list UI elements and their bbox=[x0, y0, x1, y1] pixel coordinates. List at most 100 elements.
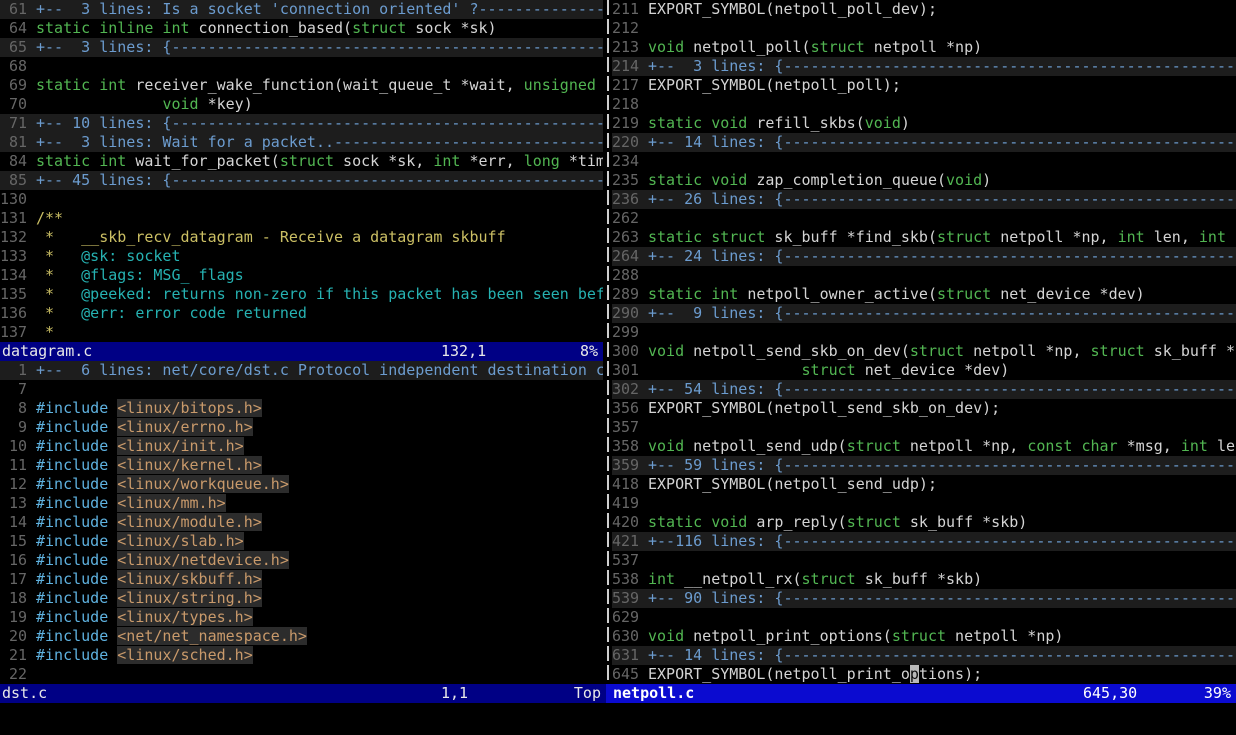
code-line[interactable]: 133 * @sk: socket bbox=[0, 247, 603, 266]
code-line[interactable]: 357 bbox=[612, 418, 1236, 437]
fold-line[interactable]: 81+-- 3 lines: Wait for a packet..------… bbox=[0, 133, 603, 152]
code-line[interactable]: 420static void arp_reply(struct sk_buff … bbox=[612, 513, 1236, 532]
code-line[interactable]: 419 bbox=[612, 494, 1236, 513]
window-datagram[interactable]: 61+-- 3 lines: Is a socket 'connection o… bbox=[0, 0, 603, 342]
code-line[interactable]: 20#include <net/net_namespace.h> bbox=[0, 627, 603, 646]
fold-line[interactable]: 220+-- 14 lines: {----------------------… bbox=[612, 133, 1236, 152]
window-separator[interactable] bbox=[603, 0, 612, 684]
code-segment: <linux/types.h> bbox=[117, 608, 252, 626]
code-line[interactable]: 537 bbox=[612, 551, 1236, 570]
code-line[interactable]: 130 bbox=[0, 190, 603, 209]
code-line[interactable]: 15#include <linux/slab.h> bbox=[0, 532, 603, 551]
code-line[interactable]: 132 * __skb_recv_datagram - Receive a da… bbox=[0, 228, 603, 247]
code-line[interactable]: 18#include <linux/string.h> bbox=[0, 589, 603, 608]
code-line[interactable]: 131/** bbox=[0, 209, 603, 228]
code-segment: netpoll *np, bbox=[901, 437, 1027, 455]
code-line[interactable]: 64static inline int connection_based(str… bbox=[0, 19, 603, 38]
statusline-datagram[interactable]: datagram.c 132,1 8% bbox=[0, 342, 603, 361]
code-line[interactable]: 14#include <linux/module.h> bbox=[0, 513, 603, 532]
code-line[interactable]: 235static void zap_completion_queue(void… bbox=[612, 171, 1236, 190]
fold-line[interactable]: 290+-- 9 lines: {-----------------------… bbox=[612, 304, 1236, 323]
code-line[interactable]: 218 bbox=[612, 95, 1236, 114]
code-line[interactable]: 358void netpoll_send_udp(struct netpoll … bbox=[612, 437, 1236, 456]
code-line[interactable]: 70 void *key) bbox=[0, 95, 603, 114]
code-line[interactable]: 136 * @err: error code returned bbox=[0, 304, 603, 323]
code-segment: struct bbox=[847, 437, 901, 455]
command-line[interactable] bbox=[0, 703, 1236, 722]
fold-line[interactable]: 85+-- 45 lines: {-----------------------… bbox=[0, 171, 603, 190]
fold-dashes: ----------------------------------------… bbox=[171, 38, 603, 56]
code-area-netpoll[interactable]: 211EXPORT_SYMBOL(netpoll_poll_dev);21221… bbox=[612, 0, 1236, 684]
fold-line[interactable]: 1+-- 6 lines: net/core/dst.c Protocol in… bbox=[0, 361, 603, 380]
code-segment: sk_buff *find_skb( bbox=[765, 228, 937, 246]
line-number: 8 bbox=[0, 399, 36, 418]
fold-line[interactable]: 264+-- 24 lines: {----------------------… bbox=[612, 247, 1236, 266]
code-line[interactable]: 135 * @peeked: returns non-zero if this … bbox=[0, 285, 603, 304]
window-netpoll[interactable]: 211EXPORT_SYMBOL(netpoll_poll_dev);21221… bbox=[612, 0, 1236, 684]
fold-line[interactable]: 539+-- 90 lines: {----------------------… bbox=[612, 589, 1236, 608]
code-line[interactable]: 19#include <linux/types.h> bbox=[0, 608, 603, 627]
fold-line[interactable]: 631+-- 14 lines: {----------------------… bbox=[612, 646, 1236, 665]
code-line[interactable]: 418EXPORT_SYMBOL(netpoll_send_udp); bbox=[612, 475, 1236, 494]
code-segment: net_device *dev) bbox=[991, 285, 1145, 303]
code-line[interactable]: 263static struct sk_buff *find_skb(struc… bbox=[612, 228, 1236, 247]
code-line[interactable]: 21#include <linux/sched.h> bbox=[0, 646, 603, 665]
fold-line[interactable]: 236+-- 26 lines: {----------------------… bbox=[612, 190, 1236, 209]
code-area-datagram[interactable]: 61+-- 3 lines: Is a socket 'connection o… bbox=[0, 0, 603, 342]
fold-line[interactable]: 359+-- 59 lines: {----------------------… bbox=[612, 456, 1236, 475]
fold-line[interactable]: 421+--116 lines: {----------------------… bbox=[612, 532, 1236, 551]
code-line[interactable]: 211EXPORT_SYMBOL(netpoll_poll_dev); bbox=[612, 0, 1236, 19]
code-line[interactable]: 288 bbox=[612, 266, 1236, 285]
line-number: 64 bbox=[0, 19, 36, 38]
code-line[interactable]: 16#include <linux/netdevice.h> bbox=[0, 551, 603, 570]
code-line[interactable]: 212 bbox=[612, 19, 1236, 38]
code-line[interactable]: 9#include <linux/errno.h> bbox=[0, 418, 603, 437]
code-line[interactable]: 7 bbox=[0, 380, 603, 399]
code-line[interactable]: 630void netpoll_print_options(struct net… bbox=[612, 627, 1236, 646]
line-number: 234 bbox=[612, 152, 648, 171]
code-line[interactable]: 645EXPORT_SYMBOL(netpoll_print_options); bbox=[612, 665, 1236, 684]
fold-line[interactable]: 65+-- 3 lines: {------------------------… bbox=[0, 38, 603, 57]
code-line[interactable]: 300void netpoll_send_skb_on_dev(struct n… bbox=[612, 342, 1236, 361]
window-dst[interactable]: 1+-- 6 lines: net/core/dst.c Protocol in… bbox=[0, 361, 603, 684]
code-line[interactable]: 234 bbox=[612, 152, 1236, 171]
code-line[interactable]: 219static void refill_skbs(void) bbox=[612, 114, 1236, 133]
code-line[interactable]: 137 * bbox=[0, 323, 603, 342]
fold-line[interactable]: 302+-- 54 lines: {----------------------… bbox=[612, 380, 1236, 399]
code-line[interactable]: 84static int wait_for_packet(struct sock… bbox=[0, 152, 603, 171]
code-line[interactable]: 289static int netpoll_owner_active(struc… bbox=[612, 285, 1236, 304]
fold-line[interactable]: 61+-- 3 lines: Is a socket 'connection o… bbox=[0, 0, 603, 19]
code-line[interactable]: 538int __netpoll_rx(struct sk_buff *skb) bbox=[612, 570, 1236, 589]
statusline-netpoll[interactable]: netpoll.c 645,30 39% bbox=[606, 684, 1236, 703]
code-area-dst[interactable]: 1+-- 6 lines: net/core/dst.c Protocol in… bbox=[0, 361, 603, 684]
code-line[interactable]: 356EXPORT_SYMBOL(netpoll_send_skb_on_dev… bbox=[612, 399, 1236, 418]
code-line[interactable]: 301 struct net_device *dev) bbox=[612, 361, 1236, 380]
code-line[interactable]: 13#include <linux/mm.h> bbox=[0, 494, 603, 513]
code-line[interactable]: 134 * @flags: MSG_ flags bbox=[0, 266, 603, 285]
code-segment bbox=[108, 627, 117, 645]
code-line[interactable]: 217EXPORT_SYMBOL(netpoll_poll); bbox=[612, 76, 1236, 95]
code-segment bbox=[648, 361, 802, 379]
statusline-dst[interactable]: dst.c 1,1 Top bbox=[0, 684, 606, 703]
code-segment: +--116 lines: { bbox=[648, 532, 783, 550]
code-line[interactable]: 8#include <linux/bitops.h> bbox=[0, 399, 603, 418]
code-line[interactable]: 12#include <linux/workqueue.h> bbox=[0, 475, 603, 494]
fold-line[interactable]: 71+-- 10 lines: {-----------------------… bbox=[0, 114, 603, 133]
fold-line[interactable]: 214+-- 3 lines: {-----------------------… bbox=[612, 57, 1236, 76]
code-line[interactable]: 69static int receiver_wake_function(wait… bbox=[0, 76, 603, 95]
code-line[interactable]: 299 bbox=[612, 323, 1236, 342]
code-line[interactable]: 10#include <linux/init.h> bbox=[0, 437, 603, 456]
code-line[interactable]: 11#include <linux/kernel.h> bbox=[0, 456, 603, 475]
code-segment: <linux/sched.h> bbox=[117, 646, 252, 664]
code-line[interactable]: 22 bbox=[0, 665, 603, 684]
code-segment: len, bbox=[1145, 228, 1199, 246]
fold-dashes: ----------------------------------------… bbox=[171, 114, 603, 132]
fold-dashes: ----------------------------------------… bbox=[783, 532, 1236, 550]
line-number: 264 bbox=[612, 247, 648, 266]
code-line[interactable]: 68 bbox=[0, 57, 603, 76]
code-line[interactable]: 629 bbox=[612, 608, 1236, 627]
code-line[interactable]: 17#include <linux/skbuff.h> bbox=[0, 570, 603, 589]
line-number: 61 bbox=[0, 0, 36, 19]
code-line[interactable]: 213void netpoll_poll(struct netpoll *np) bbox=[612, 38, 1236, 57]
code-line[interactable]: 262 bbox=[612, 209, 1236, 228]
